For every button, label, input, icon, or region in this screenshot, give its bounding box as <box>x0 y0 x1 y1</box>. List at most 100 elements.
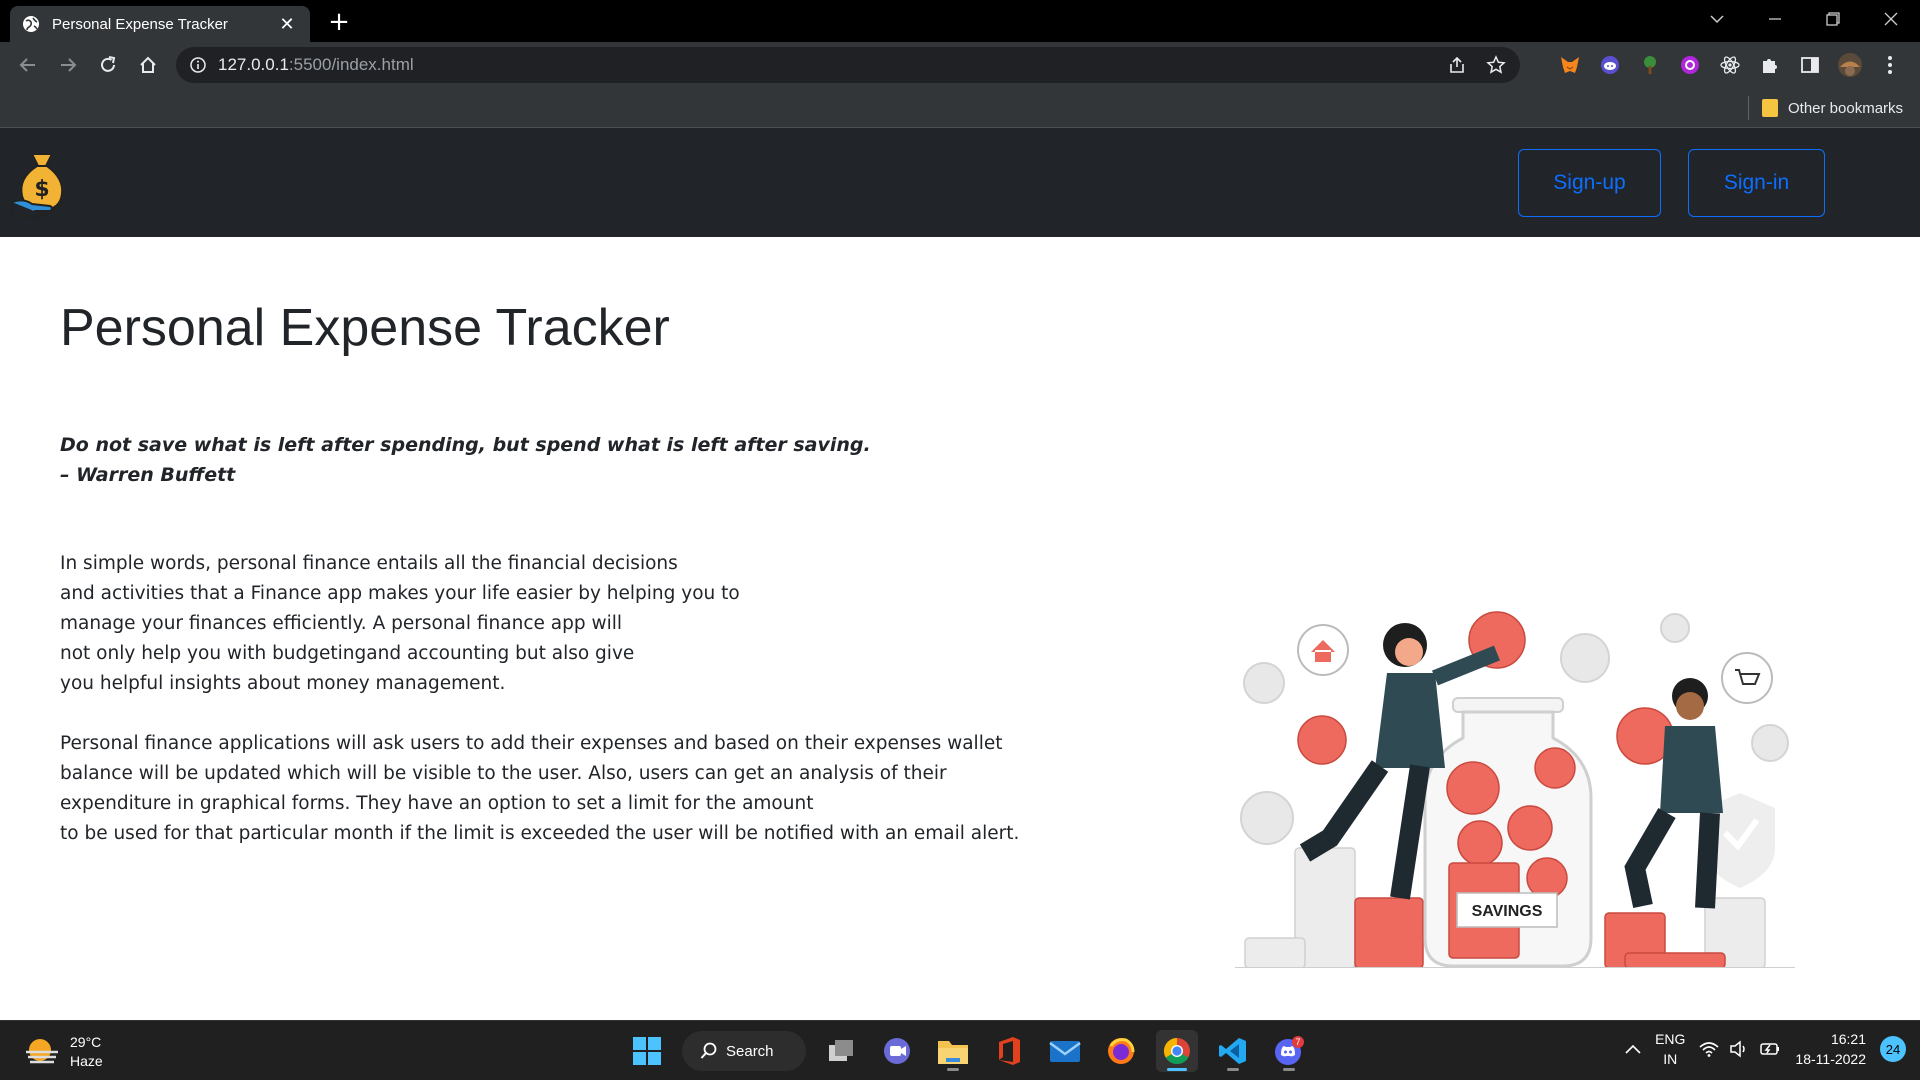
language-code: ENG <box>1655 1031 1686 1047</box>
haze-sun-icon <box>26 1039 58 1064</box>
taskbar-apps: Search 7 <box>626 1030 1310 1072</box>
tree-extension-icon[interactable] <box>1636 51 1664 79</box>
office-icon <box>999 1037 1020 1065</box>
weather-temp: 29°C <box>70 1034 102 1050</box>
system-tray: ENG IN 16:21 18-11-2022 24 <box>1625 1029 1906 1069</box>
share-icon[interactable] <box>1448 56 1466 74</box>
paragraph-line: expenditure in graphical forms. They hav… <box>60 793 814 814</box>
savings-label: SAVINGS <box>1472 903 1543 920</box>
profile-avatar[interactable] <box>1836 51 1864 79</box>
search-label: Search <box>726 1042 774 1060</box>
svg-text:$: $ <box>34 177 49 202</box>
tab-search-icon[interactable] <box>1688 0 1746 38</box>
chrome-icon <box>1163 1037 1190 1065</box>
running-indicator <box>947 1068 959 1071</box>
task-view-button[interactable] <box>820 1030 862 1072</box>
browser-toolbar: 127.0.0.1:5500/index.html <box>0 42 1920 88</box>
sign-in-button[interactable]: Sign-in <box>1688 149 1825 217</box>
search-icon <box>700 1042 717 1059</box>
browser-tab[interactable]: Personal Expense Tracker ✕ <box>10 6 310 42</box>
back-arrow-icon[interactable] <box>8 45 48 85</box>
notification-badge[interactable]: 24 <box>1880 1036 1906 1062</box>
tab-title: Personal Expense Tracker <box>52 15 228 33</box>
windows-taskbar: 29°C Haze Search 7 ENG IN 16:21 18-11-20… <box>0 1020 1920 1080</box>
paragraph-line: balance will be updated which will be vi… <box>60 763 947 784</box>
weather-condition: Haze <box>70 1053 103 1069</box>
web-page: $ Sign-up Sign-in Personal Expense Track… <box>0 128 1920 1020</box>
paragraph-line: not only help you with budgetingand acco… <box>60 643 635 664</box>
bookmark-star-icon[interactable] <box>1486 55 1506 75</box>
volume-icon <box>1730 1040 1746 1058</box>
chevron-up-icon[interactable] <box>1625 1044 1641 1054</box>
discord-button[interactable]: 7 <box>1268 1030 1310 1072</box>
teams-chat-button[interactable] <box>876 1030 918 1072</box>
other-bookmarks[interactable]: Other bookmarks <box>1762 94 1903 122</box>
close-window-button[interactable] <box>1862 0 1920 38</box>
active-indicator <box>1167 1068 1187 1071</box>
bookmarks-divider <box>1748 96 1749 120</box>
other-bookmarks-label: Other bookmarks <box>1788 99 1904 117</box>
clock-time: 16:21 <box>1830 1031 1866 1047</box>
paragraph-line: Personal finance applications will ask u… <box>60 733 1003 754</box>
react-devtools-icon[interactable] <box>1716 51 1744 79</box>
region-code: IN <box>1663 1051 1678 1067</box>
cart-bubble <box>1721 652 1773 704</box>
site-navbar: $ Sign-up Sign-in <box>0 128 1920 237</box>
quote-author: – Warren Buffett <box>60 464 236 486</box>
forward-arrow-icon[interactable] <box>48 45 88 85</box>
reload-icon[interactable] <box>88 45 128 85</box>
task-view-icon <box>829 1040 853 1061</box>
quote-text: Do not save what is left after spending,… <box>60 434 871 456</box>
puzzle-extensions-icon[interactable] <box>1756 51 1784 79</box>
vscode-button[interactable] <box>1212 1030 1254 1072</box>
start-button[interactable] <box>626 1030 668 1072</box>
office-button[interactable] <box>988 1030 1030 1072</box>
mail-icon <box>1049 1041 1081 1062</box>
mail-button[interactable] <box>1044 1030 1086 1072</box>
paragraph-line: In simple words, personal finance entail… <box>60 553 678 574</box>
running-indicator <box>1283 1068 1295 1071</box>
ghost-extension-icon[interactable] <box>1596 51 1624 79</box>
paragraph-line: manage your finances efficiently. A pers… <box>60 613 623 634</box>
page-title: Personal Expense Tracker <box>60 299 670 357</box>
tab-close-icon[interactable]: ✕ <box>276 14 298 35</box>
chrome-button[interactable] <box>1156 1030 1198 1072</box>
clock[interactable]: 16:21 18-11-2022 <box>1795 1029 1866 1069</box>
file-explorer-button[interactable] <box>932 1030 974 1072</box>
info-icon[interactable] <box>190 57 206 73</box>
sign-up-button[interactable]: Sign-up <box>1518 149 1661 217</box>
browser-tab-strip: Personal Expense Tracker ✕ + <box>0 0 1920 42</box>
extensions-row <box>1556 51 1904 79</box>
discord-icon: 7 <box>1275 1036 1304 1065</box>
bookmarks-bar: Other bookmarks <box>0 88 1920 128</box>
vscode-icon <box>1219 1038 1246 1064</box>
url-text: 127.0.0.1:5500/index.html <box>218 55 414 74</box>
weather-widget[interactable]: 29°C Haze <box>24 1033 103 1071</box>
globe-icon <box>23 16 39 32</box>
features-paragraph: Personal finance applications will ask u… <box>60 729 1019 849</box>
paragraph-line: and activities that a Finance app makes … <box>60 583 740 604</box>
firefox-button[interactable] <box>1100 1030 1142 1072</box>
purple-extension-icon[interactable] <box>1676 51 1704 79</box>
language-indicator[interactable]: ENG IN <box>1655 1029 1685 1069</box>
side-panel-icon[interactable] <box>1796 51 1824 79</box>
home-icon[interactable] <box>128 45 168 85</box>
restore-button[interactable] <box>1804 0 1862 38</box>
minimize-button[interactable] <box>1746 0 1804 38</box>
menu-kebab-icon[interactable] <box>1876 51 1904 79</box>
window-controls <box>1688 0 1920 38</box>
paragraph-line: you helpful insights about money managem… <box>60 673 506 694</box>
metamask-icon[interactable] <box>1556 51 1584 79</box>
new-tab-button[interactable]: + <box>325 9 353 37</box>
taskbar-search[interactable]: Search <box>682 1031 806 1071</box>
address-bar[interactable]: 127.0.0.1:5500/index.html <box>176 47 1520 83</box>
battery-charging-icon <box>1760 1043 1780 1055</box>
windows-logo-icon <box>633 1037 661 1065</box>
money-bag-logo-icon[interactable]: $ <box>10 148 74 218</box>
wifi-icon <box>1699 1042 1719 1057</box>
discord-badge: 7 <box>1295 1037 1300 1047</box>
running-indicator <box>1227 1068 1239 1071</box>
firefox-icon <box>1108 1038 1135 1064</box>
quick-settings[interactable] <box>1699 1040 1781 1058</box>
folder-icon <box>938 1041 968 1064</box>
